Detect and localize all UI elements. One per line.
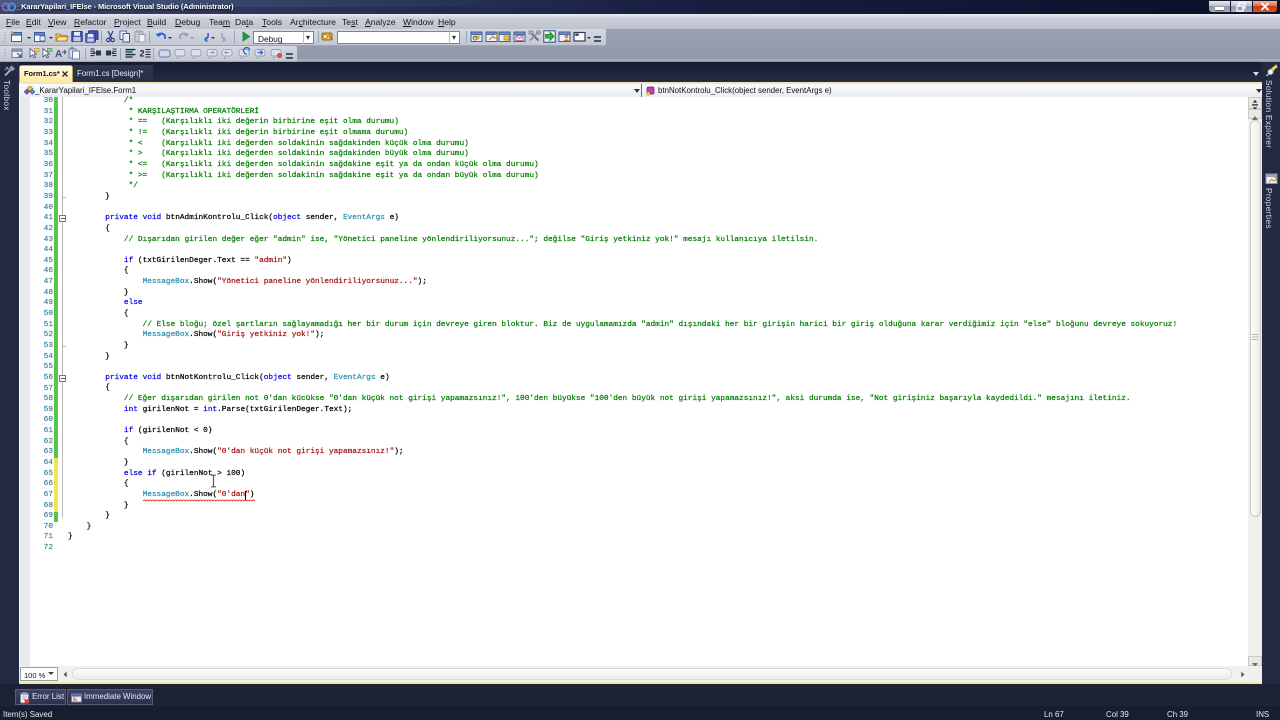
svg-text:2: 2 xyxy=(140,49,145,59)
svg-text:A: A xyxy=(55,49,62,60)
